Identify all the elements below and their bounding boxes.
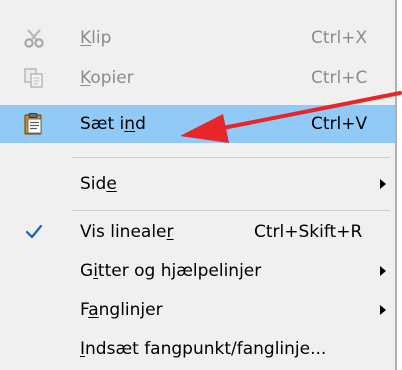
checkmark-icon xyxy=(22,220,46,244)
submenu-arrow-icon xyxy=(380,305,386,315)
menu-item-label: Sæt ind xyxy=(80,114,146,134)
menu-item-shortcut: Ctrl+V xyxy=(311,114,368,134)
menu-item-label: Indsæt fangpunkt/fanglinje... xyxy=(80,339,327,359)
menu-right-border xyxy=(395,0,397,370)
menu-item-paste[interactable]: Sæt ind Ctrl+V xyxy=(0,105,395,143)
menu-item-insert-snap-point[interactable]: Indsæt fangpunkt/fanglinje... xyxy=(0,330,395,368)
menu-item-shortcut: Ctrl+Skift+R xyxy=(254,222,363,242)
menu-separator xyxy=(72,157,390,158)
context-menu: Klip Ctrl+X Kopier Ctrl+C Sæt ind Ctrl+V… xyxy=(0,0,395,370)
copy-icon xyxy=(22,66,46,90)
menu-item-label: Klip xyxy=(80,28,112,48)
menu-item-snap-lines[interactable]: Fanglinjer xyxy=(0,291,395,329)
menu-item-grid-and-guides[interactable]: Gitter og hjælpelinjer xyxy=(0,252,395,290)
menu-item-label: Kopier xyxy=(80,68,134,88)
menu-item-label: Side xyxy=(80,174,117,194)
menu-item-shortcut: Ctrl+C xyxy=(311,68,368,88)
menu-item-label: Fanglinjer xyxy=(80,300,163,320)
menu-item-shortcut: Ctrl+X xyxy=(311,28,368,48)
scissors-icon xyxy=(22,26,46,50)
submenu-arrow-icon xyxy=(380,266,386,276)
menu-item-cut[interactable]: Klip Ctrl+X xyxy=(0,19,395,57)
menu-item-label: Gitter og hjælpelinjer xyxy=(80,261,262,281)
submenu-arrow-icon xyxy=(380,179,386,189)
menu-item-show-rulers[interactable]: Vis linealer Ctrl+Skift+R xyxy=(0,213,395,251)
menu-separator xyxy=(72,210,390,211)
menu-item-side[interactable]: Side xyxy=(0,165,395,203)
clipboard-paste-icon xyxy=(22,112,46,136)
menu-item-label: Vis linealer xyxy=(80,222,174,242)
menu-item-copy[interactable]: Kopier Ctrl+C xyxy=(0,59,395,97)
